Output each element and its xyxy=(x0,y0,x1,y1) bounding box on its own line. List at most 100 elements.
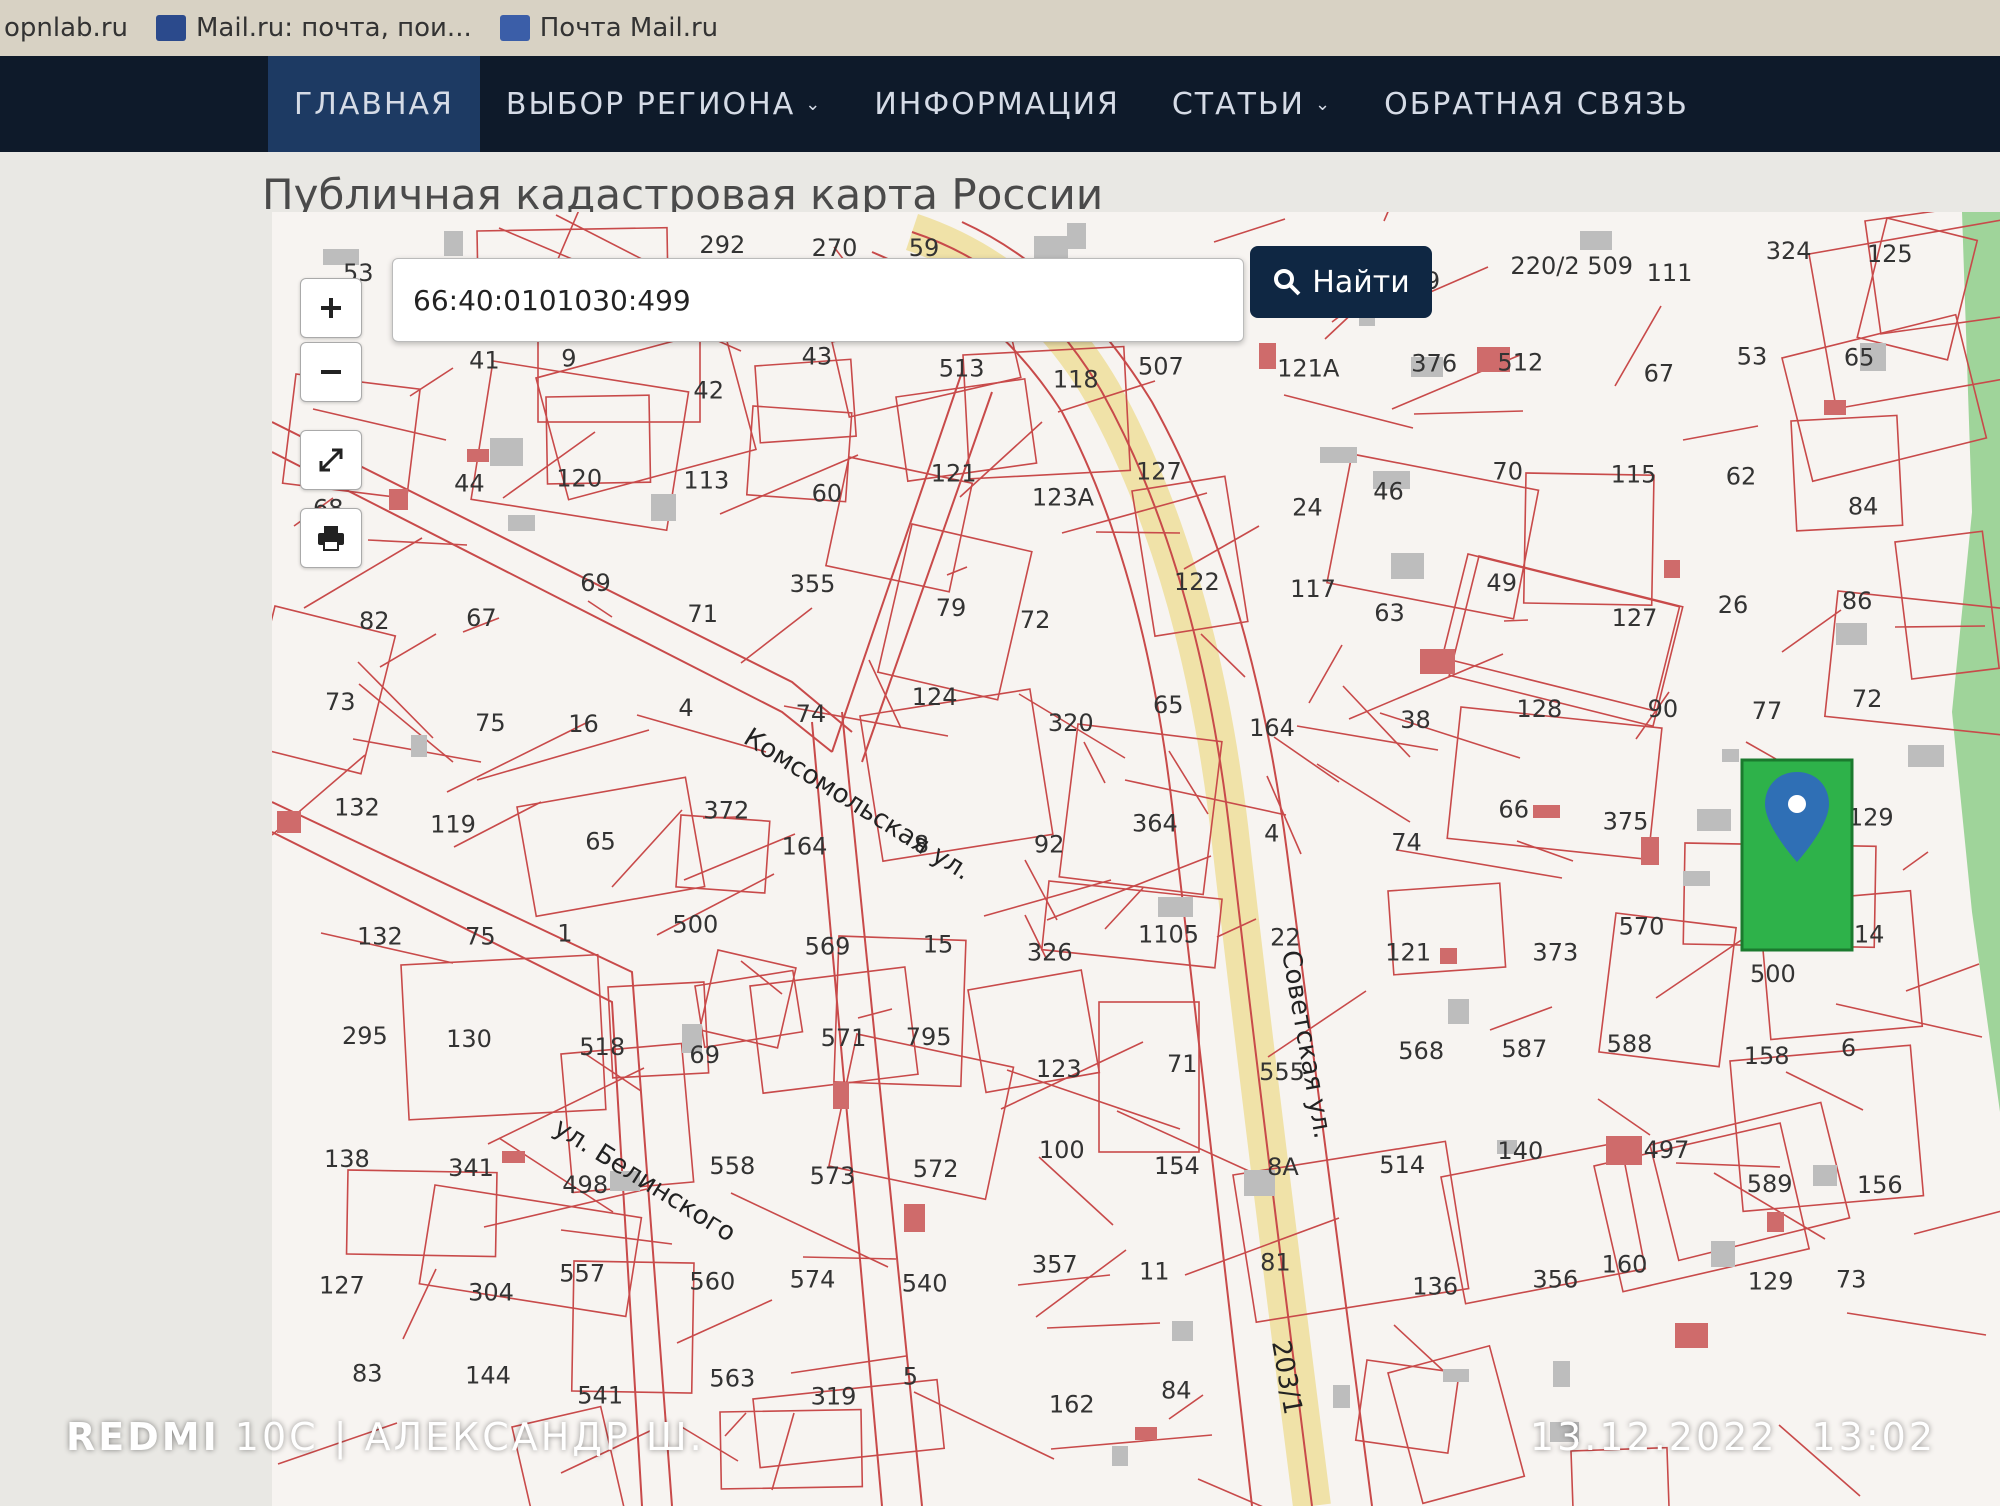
building xyxy=(1440,948,1457,964)
parcel-outline xyxy=(418,1184,643,1318)
parcel-boundary xyxy=(1675,1162,1781,1168)
parcel-number-label: 26 xyxy=(1718,591,1749,619)
parcel-boundary xyxy=(1682,425,1759,441)
bookmark-favicon-icon xyxy=(155,15,186,41)
cadastral-number-input[interactable] xyxy=(411,275,1215,325)
parcel-boundary xyxy=(1038,1156,1114,1226)
parcel-number-label: 127 xyxy=(1136,457,1182,485)
zoom-out-button[interactable] xyxy=(300,342,362,402)
parcel-number-label: 156 xyxy=(1857,1171,1903,1199)
print-button[interactable] xyxy=(300,508,362,568)
parcel-boundary xyxy=(1316,763,1411,823)
parcel-number-label: 569 xyxy=(805,932,851,960)
building xyxy=(651,494,676,521)
bookmark-item[interactable]: opnlab.ru xyxy=(4,13,128,43)
parcel-number-label: 69 xyxy=(580,569,611,597)
photo-timestamp: 13.12.2022 13:02 xyxy=(1530,1415,1936,1459)
chevron-down-icon: ⌄ xyxy=(805,93,823,115)
parcel-boundary xyxy=(1894,625,1986,628)
map-canvas[interactable]: 53110126292270596164116109220/2 50911132… xyxy=(272,212,2000,1506)
parcel-number-label: 560 xyxy=(689,1268,735,1296)
building xyxy=(1836,623,1867,645)
building xyxy=(833,1082,849,1109)
fullscreen-button[interactable] xyxy=(300,430,362,490)
building xyxy=(444,231,463,256)
building xyxy=(1443,1369,1469,1382)
printer-icon xyxy=(318,526,344,551)
parcel-boundary xyxy=(1024,859,1058,921)
parcel-number-label: 571 xyxy=(821,1024,867,1052)
nav-item[interactable]: ГЛАВНАЯ xyxy=(268,56,480,152)
parcel-number-label: 498 xyxy=(562,1171,608,1199)
parcel-boundary xyxy=(1083,741,1106,784)
building xyxy=(1448,999,1469,1024)
cadastral-map[interactable]: 53110126292270596164116109220/2 50911132… xyxy=(272,212,2000,1506)
author-name: 10C | АЛЕКСАНДР Ш. xyxy=(219,1415,705,1459)
bookmark-item[interactable]: Mail.ru: почта, пои... xyxy=(155,13,472,43)
parcel-number-label: 144 xyxy=(465,1361,511,1389)
parcel-number-label: 41 xyxy=(469,347,500,375)
parcel-boundary xyxy=(1503,619,1529,622)
parcel-number-label: 356 xyxy=(1532,1266,1578,1294)
parcel-number-label: 295 xyxy=(342,1022,388,1050)
bookmark-item[interactable]: Почта Mail.ru xyxy=(499,13,718,43)
nav-item[interactable]: ВЫБОР РЕГИОНА ⌄ xyxy=(480,56,848,152)
parcel-number-label: 324 xyxy=(1766,237,1812,265)
nav-item-label: ГЛАВНАЯ xyxy=(294,86,454,122)
parcel-number-label: 122 xyxy=(1174,568,1220,596)
parcel-number-label: 125 xyxy=(1867,240,1913,268)
parcel-number-label: 84 xyxy=(1161,1376,1192,1404)
selected-parcel-layer[interactable]: 500 xyxy=(1740,758,1854,988)
parcel-number-label: 127 xyxy=(319,1272,365,1300)
parcel-number-label: 357 xyxy=(1032,1251,1078,1279)
zoom-in-button[interactable] xyxy=(300,278,362,338)
parcel-number-label: 514 xyxy=(1379,1151,1425,1179)
nav-item[interactable]: ОБРАТНАЯ СВЯЗЬ xyxy=(1358,56,1715,152)
building xyxy=(1553,1361,1570,1387)
parcel-boundary xyxy=(1283,394,1414,429)
plus-icon xyxy=(321,298,341,318)
parcel-number-label: 154 xyxy=(1154,1152,1200,1180)
marker-center-dot xyxy=(1788,795,1806,813)
parcel-boundary xyxy=(1785,1071,1864,1111)
selected-parcel-label: 500 xyxy=(1750,960,1796,988)
parcel-number-label: 4 xyxy=(678,694,693,722)
building xyxy=(1697,809,1731,831)
parcel-number-label: 121А xyxy=(1277,355,1340,383)
parcel-boundary xyxy=(1913,1210,2000,1235)
parcel-number-label: 355 xyxy=(790,570,836,598)
bookmarks-bar: opnlab.ru Mail.ru: почта, пои... Почта Mai… xyxy=(0,0,2000,56)
parcel-number-label: 123 xyxy=(1036,1055,1082,1083)
parcel-number-label: 60 xyxy=(812,479,843,507)
nav-item[interactable]: ИНФОРМАЦИЯ xyxy=(848,56,1146,152)
parcel-number-label: 364 xyxy=(1132,810,1178,838)
parcel-number-label: 62 xyxy=(1726,462,1757,490)
find-button[interactable]: Найти xyxy=(1250,246,1432,318)
parcel-number-label: 72 xyxy=(1852,685,1883,713)
building xyxy=(1813,1165,1837,1186)
parcel-outline xyxy=(1441,553,1681,712)
parcel-number-label: 136 xyxy=(1412,1273,1458,1301)
device-name: REDMI xyxy=(66,1415,220,1459)
chevron-down-icon: ⌄ xyxy=(1315,93,1333,115)
search-box[interactable] xyxy=(392,258,1244,342)
parcel-number-label: 341 xyxy=(448,1154,494,1182)
parcel-number-label: 38 xyxy=(1400,706,1431,734)
parcel-number-label: 74 xyxy=(1391,829,1422,857)
building xyxy=(467,449,489,462)
building xyxy=(1722,749,1739,762)
building xyxy=(411,735,427,757)
parcel-number-label: 162 xyxy=(1049,1390,1095,1418)
parcel-number-label: 44 xyxy=(454,469,485,497)
parcel-number-label: 568 xyxy=(1398,1037,1444,1065)
parcel-number-label: 121 xyxy=(931,459,977,487)
parcel-number-label: 570 xyxy=(1619,912,1665,940)
parcel-number-label: 82 xyxy=(359,607,390,635)
parcel-number-label: 14 xyxy=(1854,920,1885,948)
parcel-number-label: 304 xyxy=(468,1279,514,1307)
nav-item[interactable]: СТАТЬИ ⌄ xyxy=(1146,56,1358,152)
parcel-boundary xyxy=(740,607,813,664)
parcel-number-label: 513 xyxy=(939,355,985,383)
parcel-boundary xyxy=(446,721,589,793)
building xyxy=(1664,560,1680,578)
